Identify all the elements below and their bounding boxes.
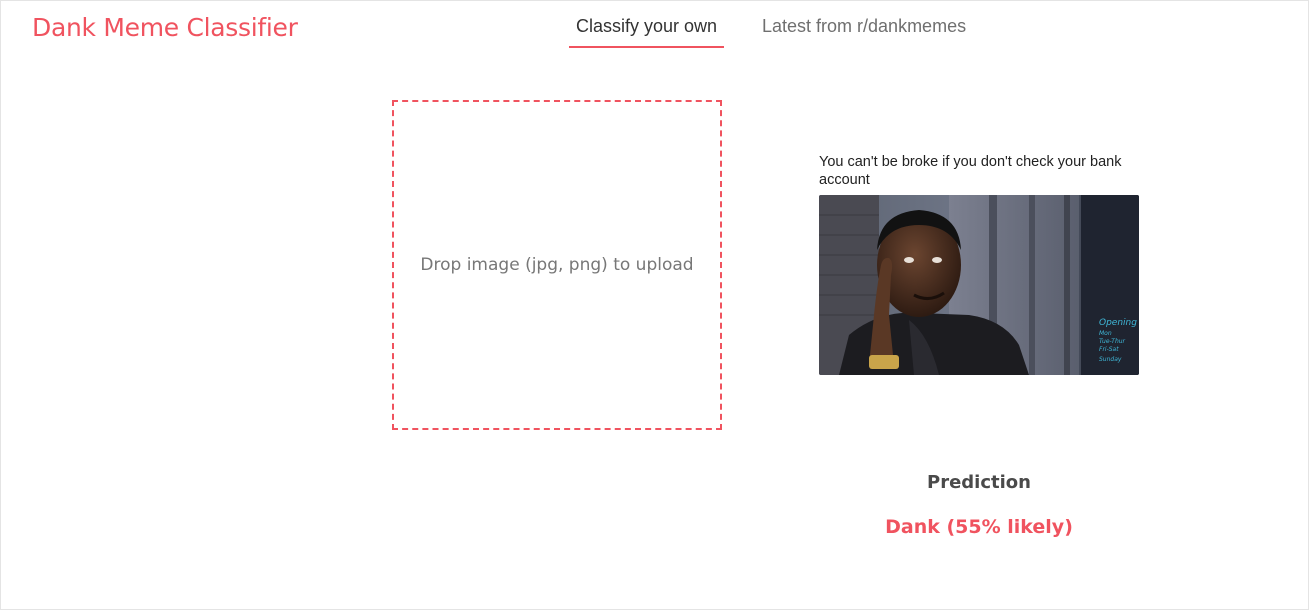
sign-text-opening: Opening xyxy=(1099,318,1137,328)
sign-text-fri-sat: Fri-Sat xyxy=(1099,346,1119,353)
meme-caption: You can't be broke if you don't check yo… xyxy=(819,154,1122,188)
prediction-value: Dank (55% likely) xyxy=(885,516,1073,538)
sign-text-sunday: Sunday xyxy=(1099,356,1122,363)
meme-image: Opening Mon Tue-Thur Fri-Sat Sunday xyxy=(819,195,1139,375)
dropzone-prompt: Drop image (jpg, png) to upload xyxy=(420,255,694,275)
prediction-heading: Prediction xyxy=(927,472,1031,493)
tab-latest-dankmemes[interactable]: Latest from r/dankmemes xyxy=(755,16,973,46)
sign-text-mon: Mon xyxy=(1099,330,1112,337)
app-title[interactable]: Dank Meme Classifier xyxy=(32,13,298,42)
tab-classify-your-own[interactable]: Classify your own xyxy=(569,16,725,48)
image-dropzone[interactable]: Drop image (jpg, png) to upload xyxy=(392,100,722,430)
sign-text-tue-thur: Tue-Thur xyxy=(1099,338,1126,345)
